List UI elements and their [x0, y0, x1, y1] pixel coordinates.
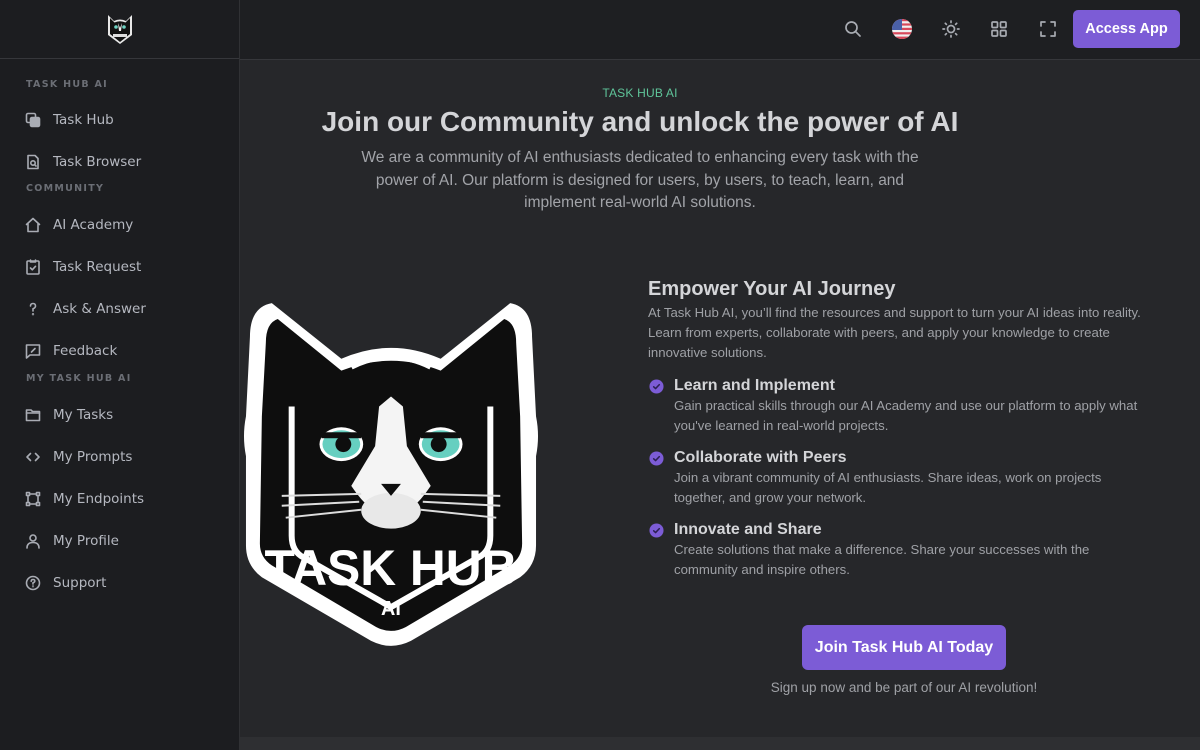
feature-title: Learn and Implement	[674, 377, 835, 394]
search-icon[interactable]	[842, 18, 864, 40]
access-app-button[interactable]: Access App	[1073, 10, 1180, 48]
join-button[interactable]: Join Task Hub AI Today	[802, 625, 1006, 670]
sidebar-item-label: Support	[53, 575, 107, 591]
logo-text-line1: TASK HUB	[265, 540, 518, 596]
sidebar-item-label: Ask & Answer	[53, 301, 146, 317]
check-badge-icon	[649, 523, 664, 538]
feature-desc: Gain practical skills through our AI Aca…	[674, 398, 1138, 433]
journey-section: Empower Your AI Journey At Task Hub AI, …	[648, 278, 1148, 579]
sidebar-item-my-tasks[interactable]: My Tasks	[0, 394, 239, 436]
sidebar-logo-area	[0, 0, 239, 59]
main-content: TASK HUB AI Join our Community and unloc…	[240, 60, 1200, 737]
sidebar-item-label: Task Browser	[53, 154, 142, 170]
feature-item: Learn and Implement Gain practical skill…	[648, 377, 1148, 435]
stacked-squares-icon	[25, 112, 41, 128]
user-icon	[25, 533, 41, 549]
check-badge-icon	[649, 379, 664, 394]
home-icon	[25, 217, 41, 233]
feature-desc: Create solutions that make a difference.…	[674, 542, 1090, 577]
task-hub-cat-logo: TASK HUB AI	[243, 303, 539, 646]
feature-item: Collaborate with Peers Join a vibrant co…	[648, 449, 1148, 507]
sidebar-item-task-hub[interactable]: Task Hub	[0, 99, 239, 141]
code-icon	[25, 449, 41, 465]
sidebar-item-label: Feedback	[53, 343, 118, 359]
vector-square-icon	[25, 491, 41, 507]
sidebar-item-label: Task Request	[53, 259, 142, 275]
sidebar-item-label: My Tasks	[53, 407, 114, 423]
sidebar-item-label: My Endpoints	[53, 491, 145, 507]
question-mark-icon	[25, 301, 41, 317]
journey-body: At Task Hub AI, you’ll find the resource…	[648, 305, 1141, 360]
eyebrow-label: TASK HUB AI	[602, 86, 678, 100]
sidebar-item-support[interactable]: Support	[0, 562, 239, 604]
sidebar-item-label: AI Academy	[53, 217, 134, 233]
logo-text-line2: AI	[381, 598, 401, 620]
sidebar-item-my-prompts[interactable]: My Prompts	[0, 436, 239, 478]
folder-icon	[25, 407, 41, 423]
hero-subtitle: We are a community of AI enthusiasts ded…	[361, 149, 919, 211]
page-title: Join our Community and unlock the power …	[321, 106, 959, 137]
section-label-my-task-hub-ai: MY TASK HUB AI	[26, 373, 132, 384]
fullscreen-icon[interactable]	[1037, 18, 1059, 40]
sidebar-item-label: My Prompts	[53, 449, 133, 465]
sidebar-item-task-request[interactable]: Task Request	[0, 246, 239, 288]
clipboard-check-icon	[25, 259, 41, 275]
grid-icon[interactable]	[988, 18, 1010, 40]
sidebar-item-task-browser[interactable]: Task Browser	[0, 141, 239, 183]
sidebar-item-ai-academy[interactable]: AI Academy	[0, 204, 239, 246]
sidebar: TASK HUB AI Task Hub Task Browser COMMUN…	[0, 0, 240, 750]
sidebar-item-ask-answer[interactable]: Ask & Answer	[0, 288, 239, 330]
feature-item: Innovate and Share Create solutions that…	[648, 521, 1148, 579]
sidebar-item-label: Task Hub	[53, 112, 114, 128]
sidebar-item-my-endpoints[interactable]: My Endpoints	[0, 478, 239, 520]
cat-logo-icon[interactable]	[105, 13, 135, 45]
us-flag-icon[interactable]	[891, 18, 913, 40]
sidebar-item-feedback[interactable]: Feedback	[0, 330, 239, 372]
sidebar-item-label: My Profile	[53, 533, 119, 549]
check-badge-icon	[649, 451, 664, 466]
section-label-community: COMMUNITY	[26, 183, 105, 194]
feature-title: Collaborate with Peers	[674, 449, 847, 466]
sun-icon[interactable]	[940, 18, 962, 40]
help-circle-icon	[25, 575, 41, 591]
feature-desc: Join a vibrant community of AI enthusias…	[674, 470, 1102, 505]
join-note: Sign up now and be part of our AI revolu…	[770, 680, 1038, 695]
footer-strip	[240, 737, 1200, 750]
sidebar-item-my-profile[interactable]: My Profile	[0, 520, 239, 562]
top-header: Access App	[240, 0, 1200, 60]
message-edit-icon	[25, 343, 41, 359]
journey-title: Empower Your AI Journey	[648, 278, 896, 300]
feature-title: Innovate and Share	[674, 521, 822, 538]
section-label-task-hub-ai: TASK HUB AI	[26, 79, 109, 90]
file-search-icon	[25, 154, 41, 170]
